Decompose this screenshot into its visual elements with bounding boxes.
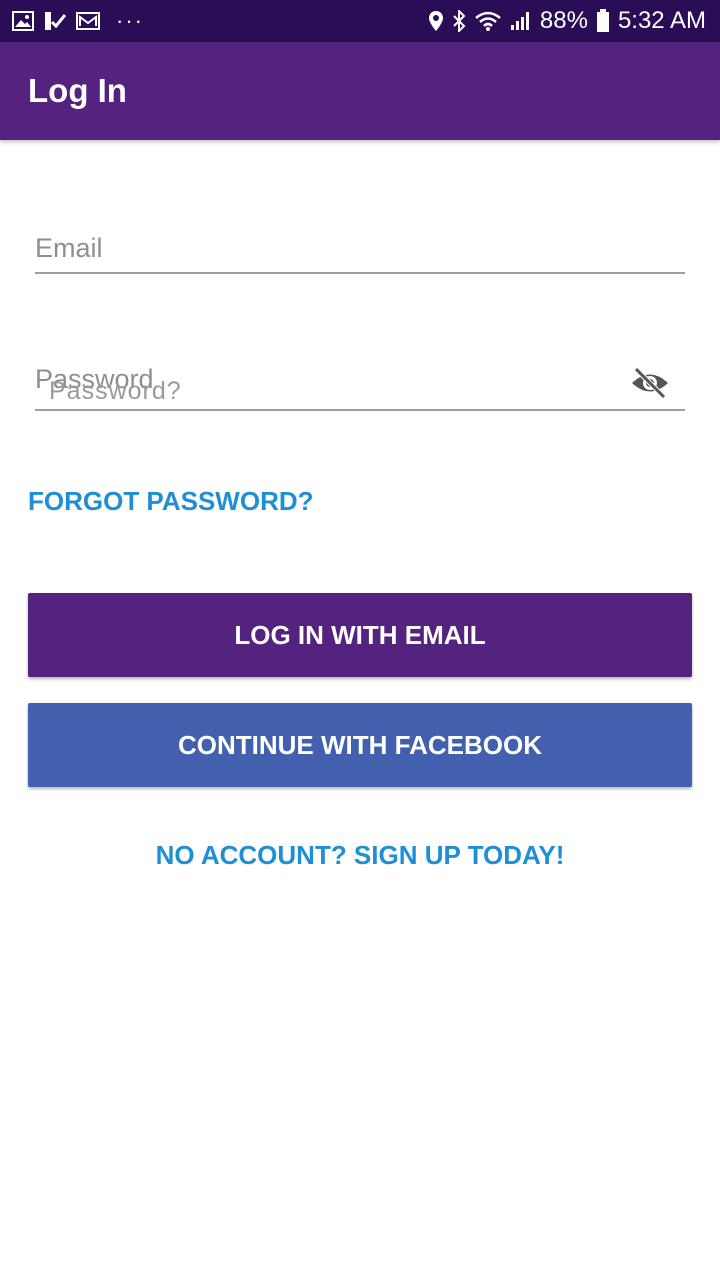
app-bar: Log In xyxy=(0,42,720,140)
status-bar-notifications: ··· xyxy=(12,10,144,32)
page-title: Log In xyxy=(28,72,127,109)
gallery-icon xyxy=(12,11,34,31)
password-field[interactable] xyxy=(35,360,685,404)
clock: 5:32 AM xyxy=(617,7,706,34)
mail-icon xyxy=(76,11,100,31)
password-field-container: Password Password? xyxy=(35,360,685,411)
continue-with-facebook-button[interactable]: CONTINUE WITH FACEBOOK xyxy=(28,703,692,787)
location-icon xyxy=(428,10,444,32)
email-field[interactable] xyxy=(35,226,685,270)
more-notifications-icon: ··· xyxy=(116,8,144,33)
battery-percent: 88% xyxy=(539,7,588,34)
status-bar: ··· 88% 5:32 AM xyxy=(0,0,720,42)
forgot-password-link[interactable]: FORGOT PASSWORD? xyxy=(28,486,314,517)
eye-off-icon xyxy=(632,367,668,399)
email-field-container xyxy=(35,226,685,274)
password-visibility-toggle[interactable] xyxy=(629,364,671,402)
battery-icon xyxy=(596,9,610,33)
checkmark-notification-icon xyxy=(44,11,66,31)
login-with-email-button[interactable]: LOG IN WITH EMAIL xyxy=(28,593,692,677)
wifi-icon xyxy=(474,10,502,32)
signal-icon xyxy=(510,11,532,31)
bluetooth-icon xyxy=(452,10,466,32)
status-bar-system: 88% 5:32 AM xyxy=(428,7,706,35)
sign-up-link[interactable]: NO ACCOUNT? SIGN UP TODAY! xyxy=(0,840,720,871)
